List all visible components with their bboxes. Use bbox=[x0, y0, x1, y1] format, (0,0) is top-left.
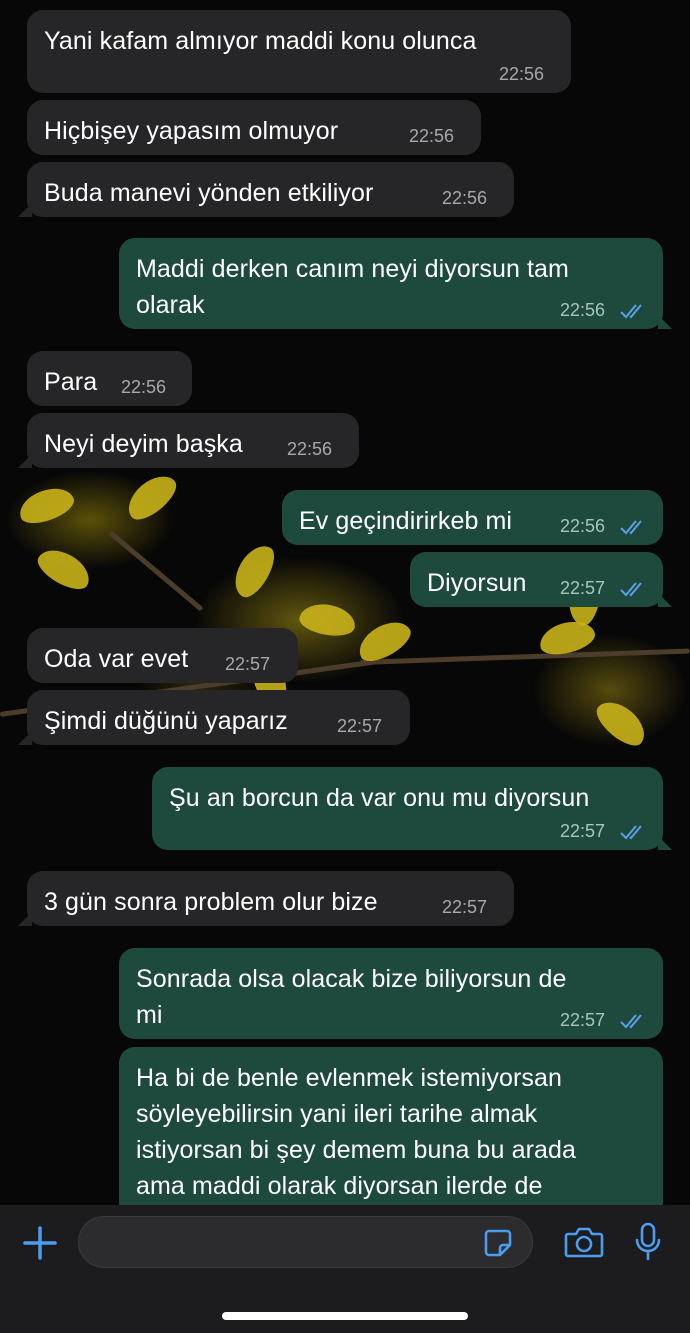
read-receipt-icon bbox=[620, 582, 642, 597]
incoming-message[interactable]: 3 gün sonra problem olur bize 22:57 bbox=[18, 871, 514, 926]
bubble-tail bbox=[658, 593, 672, 607]
outgoing-message[interactable]: Sonrada olsa olacak bize biliyorsun de m… bbox=[119, 948, 663, 1039]
message-text: Neyi deyim başka bbox=[44, 430, 243, 458]
camera-icon[interactable] bbox=[564, 1225, 604, 1259]
message-time: 22:57 bbox=[560, 1010, 606, 1030]
home-indicator bbox=[222, 1312, 468, 1320]
message-time: 22:57 bbox=[442, 897, 488, 917]
message-time: 22:57 bbox=[337, 716, 383, 736]
message-text: Şu an borcun da var onu mu diyorsun bbox=[169, 784, 590, 812]
incoming-message[interactable]: Neyi deyim başka 22:56 bbox=[18, 413, 359, 468]
wallpaper-flower bbox=[227, 539, 281, 603]
outgoing-message[interactable]: Şu an borcun da var onu mu diyorsun 22:5… bbox=[152, 767, 672, 850]
bubble-tail bbox=[18, 454, 32, 468]
outgoing-message[interactable]: Maddi derken canım neyi diyorsun tam ola… bbox=[119, 238, 672, 329]
incoming-message[interactable]: Yani kafam almıyor maddi konu olunca 22:… bbox=[27, 10, 571, 93]
chat-area[interactable]: Yani kafam almıyor maddi konu olunca 22:… bbox=[0, 0, 690, 1205]
read-receipt-icon bbox=[620, 825, 642, 840]
message-time: 22:56 bbox=[409, 126, 455, 146]
outgoing-message[interactable]: Ev geçindirirkeb mi 22:56 bbox=[282, 490, 663, 545]
message-text: Ha bi de benle evlenmek istemiyorsan söy… bbox=[136, 1064, 577, 1200]
message-time: 22:57 bbox=[560, 821, 606, 841]
incoming-message[interactable]: Buda manevi yönden etkiliyor 22:56 bbox=[18, 162, 514, 217]
outgoing-message[interactable]: Diyorsun 22:57 bbox=[410, 552, 672, 607]
message-text: Sonrada olsa olacak bize biliyorsun de m… bbox=[136, 965, 567, 1029]
bubble-tail bbox=[18, 731, 32, 745]
message-input[interactable] bbox=[78, 1216, 533, 1268]
incoming-message[interactable]: Hiçbişey yapasım olmuyor 22:56 bbox=[27, 100, 481, 155]
incoming-message[interactable]: Şimdi düğünü yaparız 22:57 bbox=[18, 690, 410, 745]
read-receipt-icon bbox=[620, 1014, 642, 1029]
message-text: Para bbox=[44, 368, 98, 396]
sticker-icon[interactable] bbox=[483, 1228, 513, 1258]
message-text: Buda manevi yönden etkiliyor bbox=[44, 179, 374, 207]
read-receipt-icon bbox=[620, 520, 642, 535]
microphone-icon[interactable] bbox=[634, 1222, 662, 1262]
plus-icon[interactable] bbox=[22, 1225, 58, 1261]
message-text: Hiçbişey yapasım olmuyor bbox=[44, 117, 339, 145]
wallpaper-flower bbox=[32, 542, 96, 596]
message-text: Oda var evet bbox=[44, 645, 189, 673]
message-time: 22:57 bbox=[225, 654, 271, 674]
wallpaper-flower bbox=[14, 481, 78, 530]
wallpaper-flower bbox=[120, 467, 183, 527]
message-time: 22:56 bbox=[499, 64, 545, 84]
message-time: 22:56 bbox=[121, 377, 167, 397]
message-text: Ev geçindirirkeb mi bbox=[299, 507, 513, 535]
wallpaper-branch bbox=[108, 530, 204, 612]
bubble-tail bbox=[18, 912, 32, 926]
incoming-message[interactable]: Oda var evet 22:57 bbox=[27, 628, 298, 683]
incoming-message[interactable]: Para 22:56 bbox=[27, 351, 192, 406]
bubble-tail bbox=[658, 315, 672, 329]
bubble-tail bbox=[18, 203, 32, 217]
read-receipt-icon bbox=[620, 304, 642, 319]
message-text: Diyorsun bbox=[427, 569, 527, 597]
message-text: Yani kafam almıyor maddi konu olunca bbox=[44, 27, 477, 55]
message-time: 22:56 bbox=[287, 439, 333, 459]
wallpaper-flower bbox=[297, 600, 358, 640]
wallpaper-flower bbox=[590, 693, 653, 753]
message-time: 22:56 bbox=[442, 188, 488, 208]
message-text: Şimdi düğünü yaparız bbox=[44, 707, 288, 735]
message-time: 22:56 bbox=[560, 300, 606, 320]
outgoing-message[interactable]: Ha bi de benle evlenmek istemiyorsan söy… bbox=[119, 1047, 663, 1205]
wallpaper-branch bbox=[359, 648, 690, 665]
message-text: Maddi derken canım neyi diyorsun tam ola… bbox=[136, 255, 569, 319]
bubble-tail bbox=[658, 836, 672, 850]
message-time: 22:57 bbox=[560, 578, 606, 598]
message-text: 3 gün sonra problem olur bize bbox=[44, 888, 378, 916]
message-time: 22:56 bbox=[560, 516, 606, 536]
